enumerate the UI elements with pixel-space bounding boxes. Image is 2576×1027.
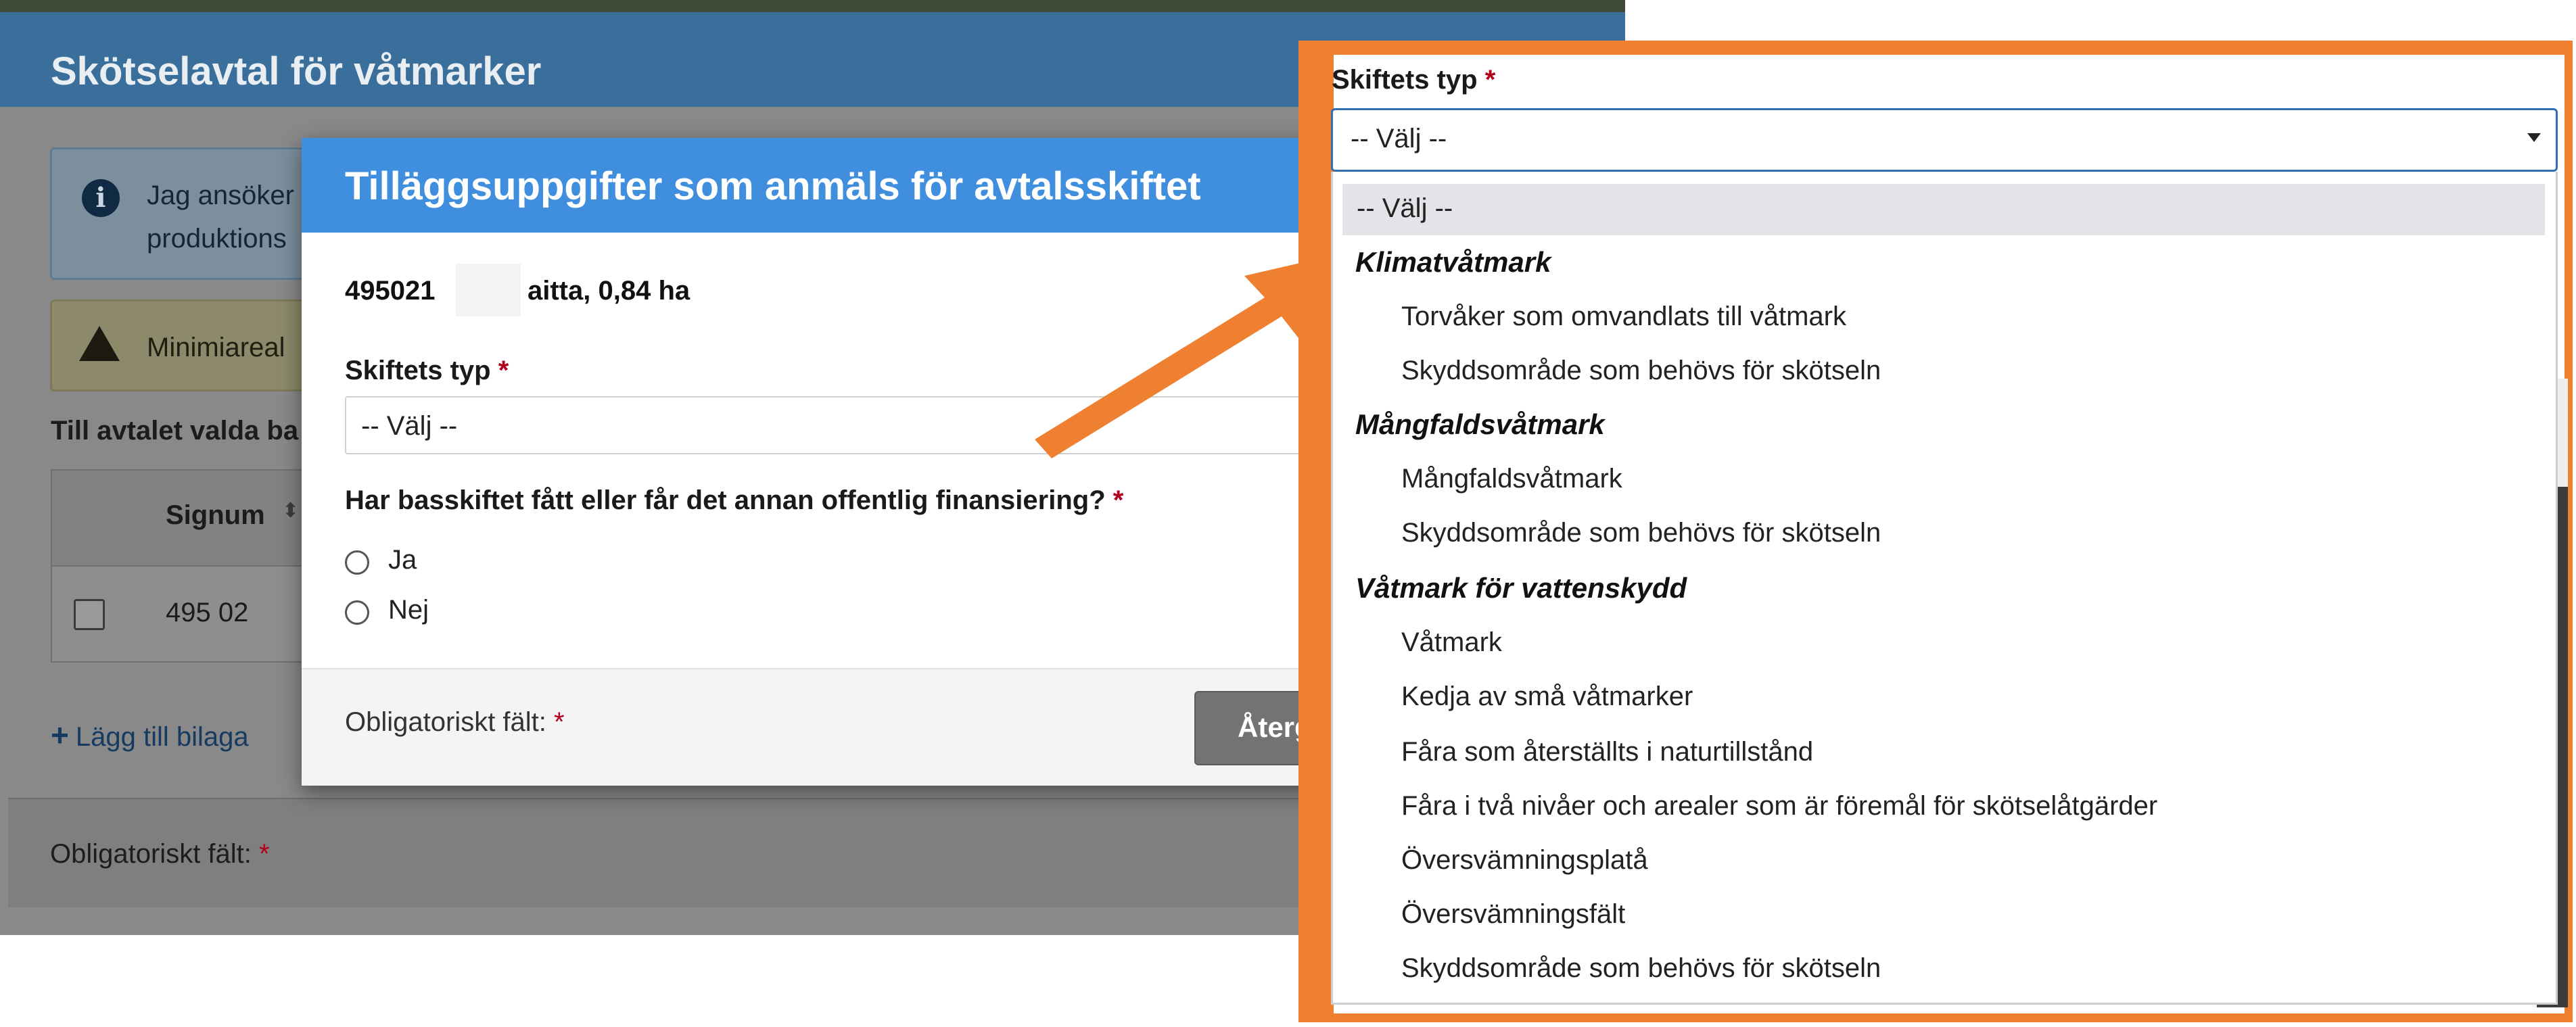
info-text-line1: Jag ansöker xyxy=(147,181,294,210)
required-marker: * xyxy=(554,707,565,737)
window-title: Skötselavtal för våtmarker xyxy=(51,49,542,93)
option-highlight xyxy=(1342,184,2545,235)
required-marker: * xyxy=(259,839,270,869)
row-signum: 495 02 xyxy=(166,598,249,627)
modal-header: Tilläggsuppgifter som anmäls för avtalss… xyxy=(302,138,1370,233)
required-marker: * xyxy=(1484,65,1496,95)
info-text-line2: produktions xyxy=(147,224,287,254)
modal-title: Tilläggsuppgifter som anmäls för avtalss… xyxy=(345,164,1201,208)
parcel-type-value: -- Välj -- xyxy=(361,411,458,441)
parcel-type-label: Skiftets typ * xyxy=(345,356,509,385)
sort-icon[interactable]: ⬍ xyxy=(282,499,299,523)
parcel-id: 495021 xyxy=(345,276,436,306)
parcel-name: aitta, 0,84 ha xyxy=(528,276,690,306)
add-attachment-link[interactable]: + Lägg till bilaga xyxy=(51,717,249,753)
table-title: Till avtalet valda ba xyxy=(51,416,299,446)
option-mangfaldsvatmark[interactable]: Mångfaldsvåtmark xyxy=(1401,464,1622,494)
required-marker: * xyxy=(1113,485,1124,515)
optgroup-vatmark-for-vattenskydd: Våtmark för vattenskydd xyxy=(1355,572,1687,604)
caret-down-icon[interactable] xyxy=(2527,133,2541,142)
option-skyddsomrade-1[interactable]: Skyddsområde som behövs för skötseln xyxy=(1401,356,1881,386)
info-icon: i xyxy=(82,179,120,217)
dropdown-label: Skiftets typ * xyxy=(1332,65,1496,95)
redacted-area xyxy=(456,264,521,316)
column-header-signum[interactable]: Signum xyxy=(166,500,265,531)
option-skyddsomrade-2[interactable]: Skyddsområde som behövs för skötseln xyxy=(1401,518,1881,548)
radio-button[interactable] xyxy=(345,600,369,625)
funding-question: Har basskiftet fått eller får det annan … xyxy=(345,485,1124,515)
radio-button[interactable] xyxy=(345,550,369,575)
option-fara-tva-nivaer[interactable]: Fåra i två nivåer och arealer som är för… xyxy=(1401,791,2157,821)
option-skyddsomrade-3[interactable]: Skyddsområde som behövs för skötseln xyxy=(1401,953,1881,984)
option-vatmark[interactable]: Våtmark xyxy=(1401,627,1502,658)
callout-arrow-icon xyxy=(1035,256,1332,458)
option-kedja[interactable]: Kedja av små våtmarker xyxy=(1401,682,1693,712)
parcel-type-select-open[interactable]: -- Välj -- xyxy=(1331,108,2558,172)
select-value: -- Välj -- xyxy=(1351,124,1447,153)
optgroup-mangfaldsvatmark: Mångfaldsvåtmark xyxy=(1355,408,1605,440)
option-placeholder[interactable]: -- Välj -- xyxy=(1357,193,1453,224)
radio-label: Nej xyxy=(388,595,429,625)
required-field-note: Obligatoriskt fält: * xyxy=(345,707,565,737)
modal-footer: Obligatoriskt fält: * Återg xyxy=(302,668,1370,786)
option-oversvamningsfalt[interactable]: Översvämningsfält xyxy=(1401,899,1625,930)
option-oversvamningsplata[interactable]: Översvämningsplatå xyxy=(1401,845,1648,876)
plus-icon: + xyxy=(51,717,69,753)
warning-icon xyxy=(79,326,120,361)
add-attachment-label: Lägg till bilaga xyxy=(75,722,249,752)
required-marker: * xyxy=(498,356,509,385)
optgroup-klimatvatmark: Klimatvåtmark xyxy=(1355,246,1551,278)
option-fara-naturtillstand[interactable]: Fåra som återställts i naturtillstånd xyxy=(1401,737,1813,767)
row-checkbox[interactable] xyxy=(74,599,105,630)
required-field-note: Obligatoriskt fält: * xyxy=(50,839,270,869)
option-torvaker[interactable]: Torvåker som omvandlats till våtmark xyxy=(1401,302,1846,332)
radio-label: Ja xyxy=(388,545,417,575)
warning-text: Minimiareal xyxy=(147,333,285,362)
